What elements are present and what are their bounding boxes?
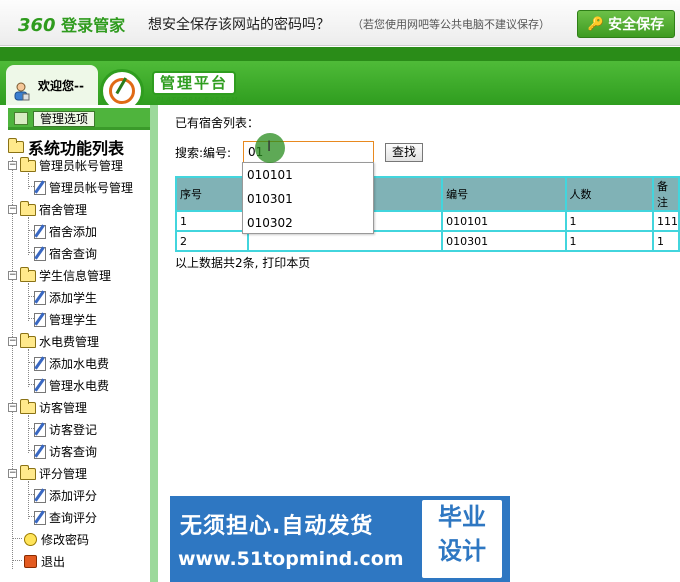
tree-item-utility-add[interactable]: 添加水电费 bbox=[34, 355, 109, 372]
search-label: 搜索:编号: bbox=[175, 146, 232, 160]
logout-link[interactable]: 退出 bbox=[24, 553, 65, 570]
welcome-box: 欢迎您-- bbox=[6, 65, 98, 105]
watermark-logo: 毕业 设计 bbox=[422, 500, 502, 578]
collapse-icon: − bbox=[8, 402, 17, 412]
tree-item-visitor-register[interactable]: 访客登记 bbox=[34, 421, 97, 438]
text-cursor-icon: I bbox=[267, 139, 272, 155]
table-cell: 1 bbox=[175, 210, 249, 232]
table-cell: 2 bbox=[175, 230, 249, 252]
exit-icon bbox=[24, 555, 37, 568]
password-save-bar: 360 登录管家 想安全保存该网站的密码吗？ （若您使用网吧等公共电脑不建议保存… bbox=[0, 0, 680, 46]
tree-item-utility-manage[interactable]: 管理水电费 bbox=[34, 377, 109, 394]
tab-management-options[interactable]: 管理选项 bbox=[33, 111, 96, 127]
edit-page-icon bbox=[34, 444, 46, 459]
tree-group-dorm[interactable]: − 宿舍管理 bbox=[8, 200, 87, 218]
sidebar-tabbar: 管理选项 bbox=[8, 108, 150, 130]
search-button[interactable]: 查找 bbox=[385, 143, 423, 162]
header-strip bbox=[0, 47, 680, 61]
watermark-url: www.51topmind.com bbox=[178, 548, 404, 570]
tree-item-score-query[interactable]: 查询评分 bbox=[34, 509, 97, 526]
edit-page-icon bbox=[34, 356, 46, 371]
folder-open-icon bbox=[20, 398, 36, 414]
collapse-icon: − bbox=[8, 468, 17, 478]
tree-group-score[interactable]: − 评分管理 bbox=[8, 464, 87, 482]
autocomplete-option[interactable]: 010301 bbox=[243, 187, 373, 211]
edit-page-icon bbox=[34, 180, 46, 195]
watermark-banner: 无须担心.自动发货 www.51topmind.com 毕业 设计 bbox=[170, 496, 510, 582]
save-password-hint: （若您使用网吧等公共电脑不建议保存） bbox=[352, 18, 550, 31]
folder-open-icon bbox=[20, 464, 36, 480]
tree-item-student-add[interactable]: 添加学生 bbox=[34, 289, 97, 306]
key-icon bbox=[24, 533, 37, 546]
table-cell: 010101 bbox=[441, 210, 567, 232]
collapse-icon: − bbox=[8, 204, 17, 214]
folder-open-icon bbox=[20, 332, 36, 348]
column-header: 序号 bbox=[175, 176, 249, 212]
edit-page-icon bbox=[34, 312, 46, 327]
tree-item-visitor-query[interactable]: 访客查询 bbox=[34, 443, 97, 460]
dorm-list-title: 已有宿舍列表： bbox=[175, 116, 260, 130]
platform-subtitle: PLATFORM SYSTEM bbox=[156, 96, 239, 104]
tree-root[interactable]: 系统功能列表 bbox=[8, 135, 124, 159]
column-header: 编号 bbox=[441, 176, 567, 212]
tree-item-score-add[interactable]: 添加评分 bbox=[34, 487, 97, 504]
tree-item-student-manage[interactable]: 管理学生 bbox=[34, 311, 97, 328]
tree-group-visitor[interactable]: − 访客管理 bbox=[8, 398, 87, 416]
folder-open-icon bbox=[20, 200, 36, 216]
edit-page-icon bbox=[34, 246, 46, 261]
tree-group-admin-account[interactable]: − 管理员帐号管理 bbox=[8, 156, 123, 174]
sidebar: 管理选项 系统功能列表 − 管理员帐号管理 管理员帐号管理 − 宿舍管理 宿舍添… bbox=[0, 105, 158, 582]
edit-page-icon bbox=[34, 422, 46, 437]
table-cell: 010301 bbox=[441, 230, 567, 252]
table-cell: 111 bbox=[652, 210, 680, 232]
edit-page-icon bbox=[34, 488, 46, 503]
edit-page-icon bbox=[34, 510, 46, 525]
tree-group-utility[interactable]: − 水电费管理 bbox=[8, 332, 99, 350]
change-password-link[interactable]: 修改密码 bbox=[24, 531, 89, 548]
watermark-slogan: 无须担心.自动发货 bbox=[180, 514, 374, 539]
welcome-text: 欢迎您-- bbox=[38, 79, 84, 93]
safe-save-button[interactable]: 🔑 安全保存 bbox=[577, 10, 675, 38]
autocomplete-dropdown: 010101 010301 010302 bbox=[242, 162, 374, 234]
edit-page-icon bbox=[34, 290, 46, 305]
autocomplete-option[interactable]: 010101 bbox=[243, 163, 373, 187]
autocomplete-option[interactable]: 010302 bbox=[243, 211, 373, 235]
folder-open-icon bbox=[20, 156, 36, 172]
360-logo: 360 登录管家 bbox=[18, 15, 126, 36]
platform-title: 管理平台 bbox=[152, 71, 236, 95]
user-icon bbox=[14, 82, 30, 101]
edit-page-icon bbox=[34, 224, 46, 239]
collapse-icon: − bbox=[8, 160, 17, 170]
tree-item-admin-account[interactable]: 管理员帐号管理 bbox=[34, 179, 133, 196]
edit-page-icon bbox=[34, 378, 46, 393]
table-cell: 1 bbox=[564, 230, 655, 252]
record-summary: 以上数据共2条, 打印本页 bbox=[175, 256, 311, 270]
folder-open-icon bbox=[20, 266, 36, 282]
table-icon bbox=[14, 112, 28, 125]
table-cell: 1 bbox=[652, 230, 680, 252]
folder-open-icon bbox=[8, 138, 24, 153]
column-header: 备注 bbox=[652, 176, 680, 212]
save-password-question: 想安全保存该网站的密码吗？ bbox=[148, 17, 330, 33]
table-cell: 1 bbox=[564, 210, 655, 232]
key-icon: 🔑 bbox=[587, 16, 605, 32]
tree-group-student[interactable]: − 学生信息管理 bbox=[8, 266, 111, 284]
collapse-icon: − bbox=[8, 336, 17, 346]
app-header: 欢迎您-- 管理平台 PLATFORM SYSTEM bbox=[0, 47, 680, 113]
collapse-icon: − bbox=[8, 270, 17, 280]
column-header: 人数 bbox=[564, 176, 655, 212]
tree-item-dorm-query[interactable]: 宿舍查询 bbox=[34, 245, 97, 262]
tree-item-dorm-add[interactable]: 宿舍添加 bbox=[34, 223, 97, 240]
